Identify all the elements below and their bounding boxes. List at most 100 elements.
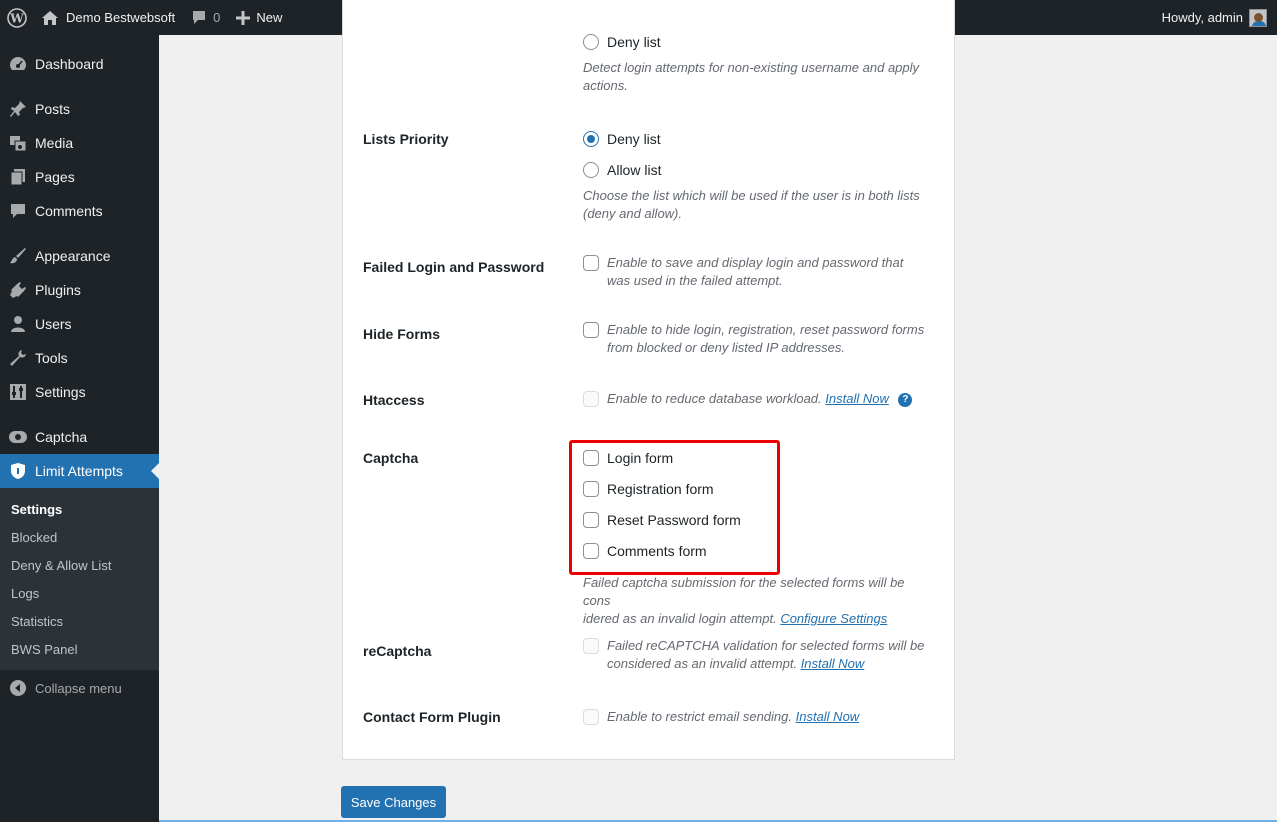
howdy-text: Howdy, admin: [1161, 10, 1243, 25]
htaccess-install-now-link[interactable]: Install Now: [825, 391, 889, 406]
lists-priority-deny-radio[interactable]: Deny list: [583, 131, 661, 147]
hide-forms-checkbox[interactable]: [583, 322, 599, 338]
radio-label: Deny list: [607, 34, 661, 50]
sidebar-item-label: Users: [35, 316, 72, 332]
limit-attempts-submenu: Settings Blocked Deny & Allow List Logs …: [0, 488, 159, 670]
shield-icon: [0, 462, 35, 480]
sidebar-item-limit-attempts[interactable]: Limit Attempts: [0, 454, 159, 488]
recaptcha-text-line1: Failed reCAPTCHA validation for selected…: [607, 638, 925, 653]
submenu-item-statistics[interactable]: Statistics: [11, 614, 63, 629]
admin-sidebar: Dashboard Posts Media Pages Comments App…: [0, 35, 159, 822]
plug-icon: [0, 281, 35, 299]
recaptcha-install-now-link[interactable]: Install Now: [801, 656, 865, 671]
comment-icon: [0, 202, 35, 220]
site-name-link[interactable]: Demo Bestwebsoft: [33, 0, 183, 35]
recaptcha-text-wrap: Failed reCAPTCHA validation for selected…: [607, 637, 924, 673]
failed-login-text: Enable to save and display login and pas…: [607, 255, 904, 288]
sidebar-item-pages[interactable]: Pages: [0, 160, 159, 194]
dashboard-icon: [0, 55, 35, 73]
radio-label: Allow list: [607, 162, 662, 178]
sliders-icon: [0, 383, 35, 401]
sidebar-item-posts[interactable]: Posts: [0, 92, 159, 126]
new-content-link[interactable]: New: [228, 0, 290, 35]
sidebar-item-label: Plugins: [35, 282, 81, 298]
comments-count: 0: [213, 10, 221, 25]
htaccess-checkbox: [583, 391, 599, 407]
lists-priority-description: Choose the list which will be used if th…: [583, 188, 920, 221]
deny-list-radio-top[interactable]: Deny list: [583, 34, 661, 50]
htaccess-text: Enable to reduce database workload.: [607, 391, 822, 406]
sidebar-item-captcha[interactable]: Captcha: [0, 420, 159, 454]
sidebar-item-label: Limit Attempts: [35, 463, 123, 479]
submenu-item-bws-panel[interactable]: BWS Panel: [11, 642, 77, 657]
submenu-item-logs[interactable]: Logs: [11, 586, 39, 601]
submenu-item-settings[interactable]: Settings: [11, 502, 62, 517]
pin-icon: [0, 100, 35, 118]
recaptcha-checkbox-row: Failed reCAPTCHA validation for selected…: [583, 637, 928, 673]
failed-login-checkbox[interactable]: [583, 255, 599, 271]
radio-button[interactable]: [583, 162, 599, 178]
brush-icon: [0, 247, 35, 265]
contact-form-checkbox: [583, 709, 599, 725]
sidebar-item-media[interactable]: Media: [0, 126, 159, 160]
highlight-box: [569, 440, 780, 575]
contact-form-checkbox-row: Enable to restrict email sending. Instal…: [583, 708, 928, 726]
hide-forms-label: Hide Forms: [363, 326, 441, 342]
captcha-desc-line1: Failed captcha submission for the select…: [583, 575, 905, 608]
collapse-menu-button[interactable]: Collapse menu: [0, 676, 122, 700]
top-description: Detect login attempts for non-existing u…: [583, 60, 920, 93]
radio-button[interactable]: [583, 34, 599, 50]
sidebar-item-comments[interactable]: Comments: [0, 194, 159, 228]
sidebar-item-label: Comments: [35, 203, 103, 219]
lists-priority-allow-radio[interactable]: Allow list: [583, 162, 661, 178]
submenu-item-blocked[interactable]: Blocked: [11, 530, 57, 545]
collapse-menu-label: Collapse menu: [35, 680, 122, 696]
new-label: New: [256, 10, 283, 25]
captcha-label: Captcha: [363, 450, 419, 466]
sidebar-item-users[interactable]: Users: [0, 307, 159, 341]
sidebar-item-label: Tools: [35, 350, 68, 366]
sidebar-item-plugins[interactable]: Plugins: [0, 273, 159, 307]
user-icon: [0, 315, 35, 333]
hide-forms-checkbox-row: Enable to hide login, registration, rese…: [583, 321, 928, 357]
contact-form-label: Contact Form Plugin: [363, 709, 501, 725]
sidebar-item-label: Dashboard: [35, 56, 104, 72]
site-name: Demo Bestwebsoft: [66, 10, 176, 25]
plus-icon: [236, 10, 251, 25]
save-changes-button[interactable]: Save Changes: [341, 786, 446, 818]
wordpress-logo-icon[interactable]: W: [0, 0, 33, 35]
comment-bubble-icon: [191, 10, 207, 25]
submenu-item-deny-allow-list[interactable]: Deny & Allow List: [11, 558, 111, 573]
sidebar-item-label: Captcha: [35, 429, 88, 445]
sidebar-item-label: Posts: [35, 101, 71, 117]
recaptcha-text-line2: considered as an invalid attempt.: [607, 656, 798, 671]
home-icon: [41, 10, 59, 26]
failed-login-checkbox-row: Enable to save and display login and pas…: [583, 254, 928, 290]
captcha-description: Failed captcha submission for the select…: [583, 574, 928, 628]
sidebar-item-settings[interactable]: Settings: [0, 375, 159, 409]
captcha-icon: [0, 429, 35, 445]
sidebar-item-appearance[interactable]: Appearance: [0, 239, 159, 273]
pages-icon: [0, 168, 35, 186]
sidebar-item-tools[interactable]: Tools: [0, 341, 159, 375]
wrench-icon: [0, 349, 35, 367]
htaccess-text-wrap: Enable to reduce database workload. Inst…: [607, 390, 913, 408]
lists-priority-label: Lists Priority: [363, 131, 449, 147]
avatar: [1249, 8, 1267, 27]
svg-text:W: W: [9, 11, 24, 25]
radio-button-checked[interactable]: [583, 131, 599, 147]
help-question-icon[interactable]: ?: [898, 392, 913, 407]
sidebar-item-label: Settings: [35, 384, 86, 400]
htaccess-checkbox-row: Enable to reduce database workload. Inst…: [583, 390, 928, 408]
sidebar-item-label: Media: [35, 135, 74, 151]
collapse-arrow-icon: [0, 680, 35, 696]
configure-settings-link[interactable]: Configure Settings: [780, 611, 887, 626]
sidebar-item-label: Pages: [35, 169, 75, 185]
htaccess-label: Htaccess: [363, 392, 425, 408]
comments-link[interactable]: 0: [183, 0, 228, 35]
sidebar-item-dashboard[interactable]: Dashboard: [0, 47, 159, 81]
account-menu[interactable]: Howdy, admin: [1154, 0, 1277, 35]
contact-form-text: Enable to restrict email sending.: [607, 709, 792, 724]
contact-form-text-wrap: Enable to restrict email sending. Instal…: [607, 708, 859, 726]
contact-form-install-now-link[interactable]: Install Now: [796, 709, 860, 724]
